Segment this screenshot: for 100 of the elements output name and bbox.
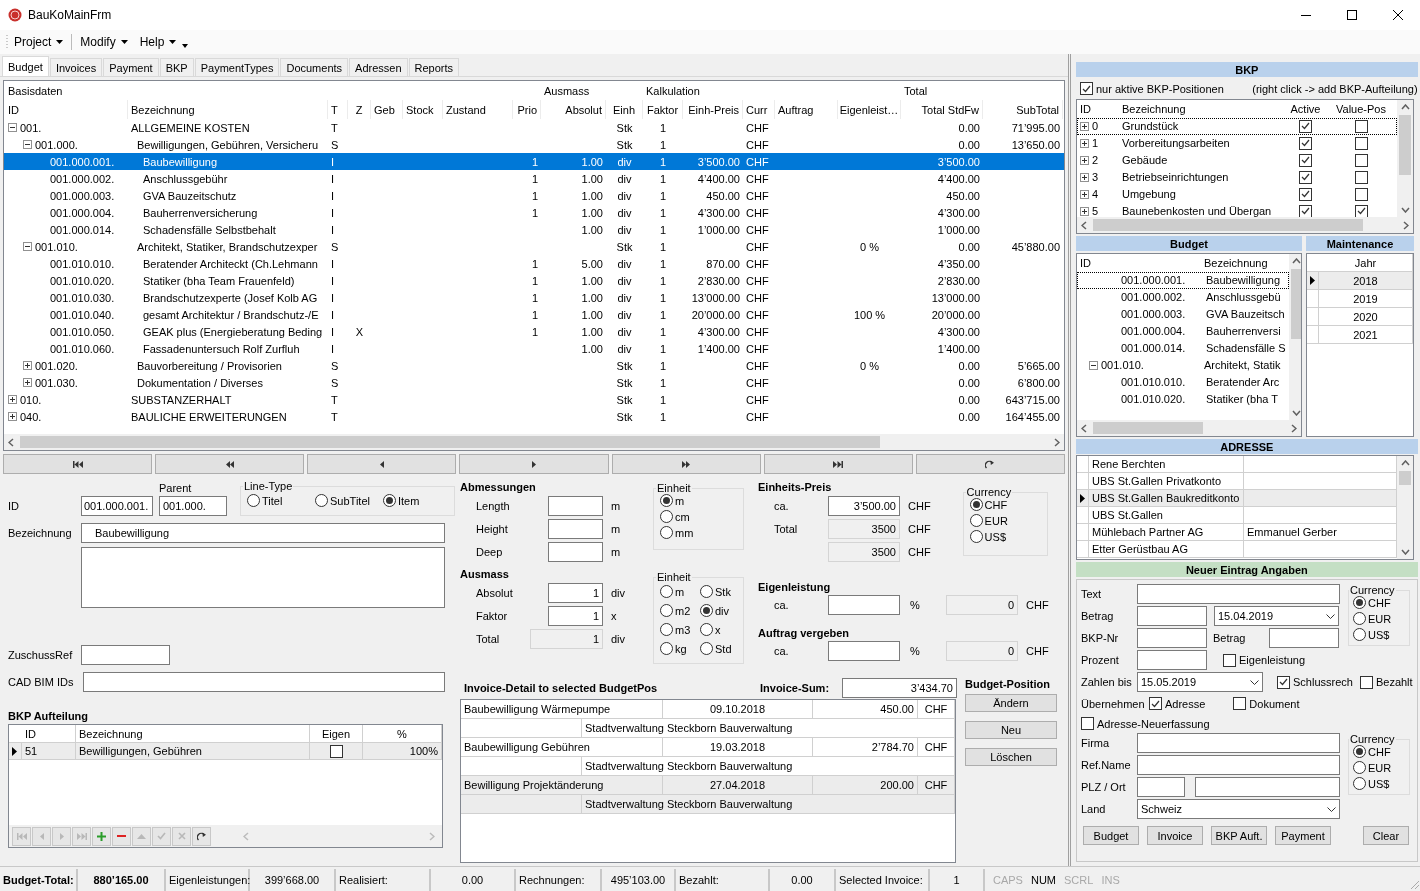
tab[interactable]: Reports (408, 58, 460, 76)
radio-button[interactable]: Stk (700, 585, 737, 598)
scroll-down-icon[interactable] (1292, 410, 1301, 416)
input-field[interactable] (548, 496, 603, 516)
scroll-down-icon[interactable] (1400, 207, 1410, 213)
input-field[interactable]: 1 (548, 606, 603, 626)
checkbox[interactable]: nur aktive BKP-Positionen (1080, 82, 1224, 95)
scroll-up-icon[interactable] (1400, 104, 1410, 110)
radio-button[interactable]: m3 (660, 623, 697, 636)
action-button[interactable]: Invoice (1147, 826, 1203, 845)
expand-icon[interactable] (1080, 189, 1089, 199)
input-field[interactable]: 3’500.00 (828, 496, 900, 516)
checkbox[interactable] (1354, 136, 1368, 150)
input-field[interactable] (1137, 755, 1340, 775)
input-field[interactable] (548, 519, 603, 539)
expand-icon[interactable] (1080, 155, 1089, 165)
tree-row[interactable]: 001.010.020. Statiker (bha T (1077, 391, 1289, 408)
table-row[interactable]: 001.010.050. GEAK plus (Energieberatung Beding I X 1 1.00 div 1 4’300.00 CHF 4’300.00 (4, 323, 1064, 340)
table-row[interactable]: 001.000.014. Schadensfälle Selbstbehalt I 1.00 div 1 1’000.00 CHF 1’000.00 (4, 221, 1064, 238)
scroll-right-icon[interactable] (1054, 437, 1060, 447)
table-row[interactable]: Etter Gerüstbau AG (1077, 541, 1397, 558)
tab[interactable]: Payment (103, 58, 159, 76)
table-row[interactable]: 001.000.003. GVA Bauzeitschutz I 1 1.00 div 1 450.00 CHF 450.00 (4, 187, 1064, 204)
input-field[interactable] (83, 672, 445, 692)
expand-icon[interactable] (8, 395, 17, 404)
radio-button[interactable]: CHF (1353, 745, 1391, 758)
tab[interactable]: Documents (280, 58, 349, 76)
input-field[interactable]: 0 (946, 595, 1018, 615)
expand-icon[interactable] (23, 378, 32, 387)
table-row[interactable]: Mühlebach Partner AG Emmanuel Gerber (1077, 524, 1397, 541)
scroll-up-icon[interactable] (1292, 258, 1301, 264)
input-field[interactable] (1137, 650, 1207, 670)
input-field[interactable]: 1 (530, 629, 603, 649)
refresh-button[interactable] (192, 826, 211, 846)
action-button[interactable]: Budget (1083, 826, 1139, 845)
menu-item[interactable]: Modify (74, 33, 134, 51)
checkbox[interactable]: Adresse (1149, 697, 1206, 710)
table-row[interactable]: 001.000.002. Anschlussgebühr I 1 1.00 div 1 4’400.00 CHF 4’400.00 (4, 170, 1064, 187)
date-picker[interactable]: 15.04.2019 (1214, 606, 1339, 626)
overflow-arrow-icon[interactable] (182, 44, 189, 48)
radio-button[interactable]: Item (383, 494, 448, 507)
checkbox[interactable] (1299, 187, 1312, 201)
radio-button[interactable]: m2 (660, 604, 697, 617)
scroll-thumb[interactable] (1399, 471, 1411, 485)
table-row[interactable]: 001.010.020. Statiker (bha Team Frauenfeld) I 1 1.00 div 1 2’830.00 CHF 2’830.00 (4, 272, 1064, 289)
table-row[interactable]: UBS St.Gallen (1077, 507, 1397, 524)
collapse-icon[interactable] (1089, 360, 1098, 370)
table-row[interactable]: 001.020. Bauvorbereitung / Provisorien S Stk 1 CHF 0 % 0.00 5’665.00 (4, 357, 1064, 374)
table-row[interactable]: 040. BAULICHE ERWEITERUNGEN T Stk 1 CHF 0.00 164’455.00 (4, 408, 1064, 425)
table-row[interactable]: 001.000.004. Bauherrenversicherung I 1 1.00 div 1 4’300.00 CHF 4’300.00 (4, 204, 1064, 221)
checkbox[interactable] (1299, 136, 1312, 150)
table-row[interactable]: 2020 (1307, 308, 1413, 326)
close-icon[interactable] (1393, 10, 1403, 20)
checkbox[interactable] (1299, 204, 1312, 218)
scroll-left-icon[interactable] (8, 437, 14, 447)
input-field[interactable] (1195, 777, 1340, 797)
tree-row[interactable]: 001.000.002. Anschlussgebü (1077, 289, 1289, 306)
input-field[interactable]: Baubewilligung (81, 523, 445, 543)
menu-item[interactable]: Help (133, 33, 183, 51)
text-area[interactable] (81, 547, 445, 608)
input-field[interactable] (828, 595, 900, 615)
input-field[interactable] (828, 641, 900, 661)
table-row[interactable]: Stadtverwaltung Steckborn Bauverwaltung (461, 719, 955, 738)
tree-row[interactable]: 3 Betriebseinrichtungen (1077, 169, 1397, 186)
input-field[interactable] (1269, 628, 1339, 648)
add-button[interactable] (92, 826, 111, 846)
tree-row[interactable]: 001.000.003. GVA Bauzeitsch (1077, 306, 1289, 323)
checkbox[interactable]: Dokument (1233, 697, 1300, 710)
radio-button[interactable]: kg (660, 642, 697, 655)
tree-row[interactable]: 001.010.010. Beratender Arc (1077, 374, 1289, 391)
table-row[interactable]: 001.010. Architekt, Statiker, Brandschutzexper S Stk 1 CHF 0 % 0.00 45’880.00 (4, 238, 1064, 255)
radio-button[interactable]: CHF (1353, 596, 1391, 609)
delete-button[interactable] (112, 826, 131, 846)
table-row[interactable]: 001.010.030. Brandschutzexperte (Josef Kolb AG I 1 1.00 div 1 13’000.00 CHF 13’000.00 (4, 289, 1064, 306)
radio-button[interactable]: EUR (1353, 612, 1392, 625)
collapse-icon[interactable] (23, 242, 32, 251)
action-button[interactable]: Ändern (965, 694, 1057, 712)
tree-row[interactable]: 2 Gebäude (1077, 152, 1397, 169)
scroll-thumb[interactable] (1093, 422, 1203, 434)
input-field[interactable]: 0 (946, 641, 1018, 661)
scroll-left-icon[interactable] (1081, 220, 1087, 230)
scroll-thumb[interactable] (1399, 115, 1411, 175)
scroll-left-icon[interactable] (1081, 423, 1087, 433)
table-row[interactable]: 010. SUBSTANZERHALT T Stk 1 CHF 0.00 643’715.00 (4, 391, 1064, 408)
action-button[interactable]: Clear (1363, 826, 1409, 845)
checkbox[interactable] (1299, 153, 1312, 167)
tab[interactable]: BKP (159, 58, 194, 76)
table-row[interactable]: Stadtverwaltung Steckborn Bauverwaltung (461, 795, 955, 814)
tree-row[interactable]: 1 Vorbereitungsarbeiten (1077, 135, 1397, 152)
input-field[interactable]: 001.000. (159, 496, 227, 516)
expand-icon[interactable] (1080, 206, 1089, 216)
table-row[interactable]: 2021 (1307, 326, 1413, 344)
minimize-icon[interactable] (1301, 14, 1311, 16)
scroll-down-icon[interactable] (1400, 549, 1410, 555)
radio-button[interactable]: Std (700, 642, 737, 655)
expand-icon[interactable] (1080, 121, 1089, 131)
scroll-right-icon[interactable] (1403, 220, 1409, 230)
tree-row[interactable]: 001.000.004. Bauherrenversi (1077, 323, 1289, 340)
scroll-up-icon[interactable] (1400, 460, 1410, 466)
table-row[interactable]: Baubewilligung Gebühren 19.03.2018 2’784.70 CHF (461, 738, 955, 757)
